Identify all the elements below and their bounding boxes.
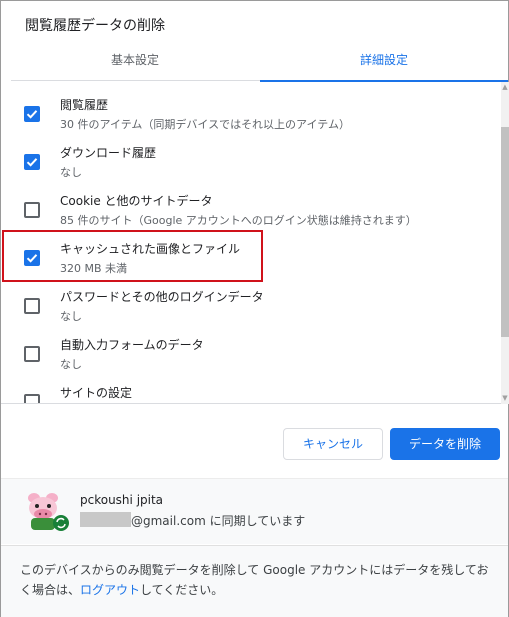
list-item-autofill[interactable]: 自動入力フォームのデータ なし [1, 332, 501, 380]
checkbox-site-settings[interactable] [24, 394, 40, 403]
tab-advanced[interactable]: 詳細設定 [260, 45, 508, 82]
checkbox-autofill[interactable] [24, 346, 40, 362]
account-section: pckoushi jpita @gmail.com に同期しています [1, 478, 508, 544]
account-sync-status: @gmail.com に同期しています [131, 514, 306, 528]
checkbox-cookies[interactable] [24, 202, 40, 218]
scrollbar-thumb[interactable] [501, 127, 509, 337]
list-item-cookies[interactable]: Cookie と他のサイトデータ 85 件のサイト（Google アカウントへの… [1, 188, 501, 236]
cancel-button[interactable]: キャンセル [283, 428, 383, 460]
checkmark-icon [26, 110, 38, 119]
tab-basic[interactable]: 基本設定 [11, 45, 259, 81]
item-sub: なし [60, 166, 82, 179]
list-item-passwords[interactable]: パスワードとその他のログインデータ なし [1, 284, 501, 332]
delete-data-button[interactable]: データを削除 [390, 428, 500, 460]
dialog-title: 閲覧履歴データの削除 [25, 18, 165, 34]
redacted-email-box [80, 512, 131, 527]
account-name: pckoushi jpita [80, 493, 164, 507]
clear-browsing-data-dialog: 閲覧履歴データの削除 基本設定 詳細設定 閲覧履歴 30 件のアイテム（同期デバ… [0, 0, 509, 617]
item-sub: なし [60, 310, 82, 323]
footer-text-after: してください。 [140, 583, 224, 597]
item-label: ダウンロード履歴 [60, 146, 157, 160]
scroll-down-icon[interactable]: ▼ [501, 393, 509, 403]
checkmark-icon [26, 158, 38, 167]
tab-bar: 基本設定 詳細設定 [11, 45, 508, 82]
footer-text: このデバイスからのみ閲覧データを削除して Google アカウントにはデータを残… [20, 560, 500, 600]
highlight-box [2, 230, 263, 282]
item-label: パスワードとその他のログインデータ [60, 290, 264, 304]
item-label: 閲覧履歴 [60, 98, 109, 112]
tab-advanced-label: 詳細設定 [359, 53, 408, 67]
item-sub: 85 件のサイト（Google アカウントへのログイン状態は維持されます） [60, 214, 417, 227]
item-label: Cookie と他のサイトデータ [60, 194, 213, 208]
item-label: 自動入力フォームのデータ [60, 338, 204, 352]
list-item-site-settings[interactable]: サイトの設定 [1, 380, 501, 403]
item-sub: なし [60, 358, 82, 371]
footer: このデバイスからのみ閲覧データを削除して Google アカウントにはデータを残… [1, 545, 508, 617]
item-label: サイトの設定 [60, 386, 133, 400]
avatar [22, 489, 70, 533]
scroll-up-icon[interactable]: ▲ [501, 82, 509, 92]
item-sub: 30 件のアイテム（同期デバイスではそれ以上のアイテム） [60, 118, 350, 131]
list-item-browsing-history[interactable]: 閲覧履歴 30 件のアイテム（同期デバイスではそれ以上のアイテム） [1, 92, 501, 140]
sign-out-link[interactable]: ログアウト [80, 583, 140, 597]
list-item-download-history[interactable]: ダウンロード履歴 なし [1, 140, 501, 188]
avatar-icon [28, 493, 69, 531]
checkbox-passwords[interactable] [24, 298, 40, 314]
checkbox-browsing-history[interactable] [24, 106, 40, 122]
checkbox-download-history[interactable] [24, 154, 40, 170]
